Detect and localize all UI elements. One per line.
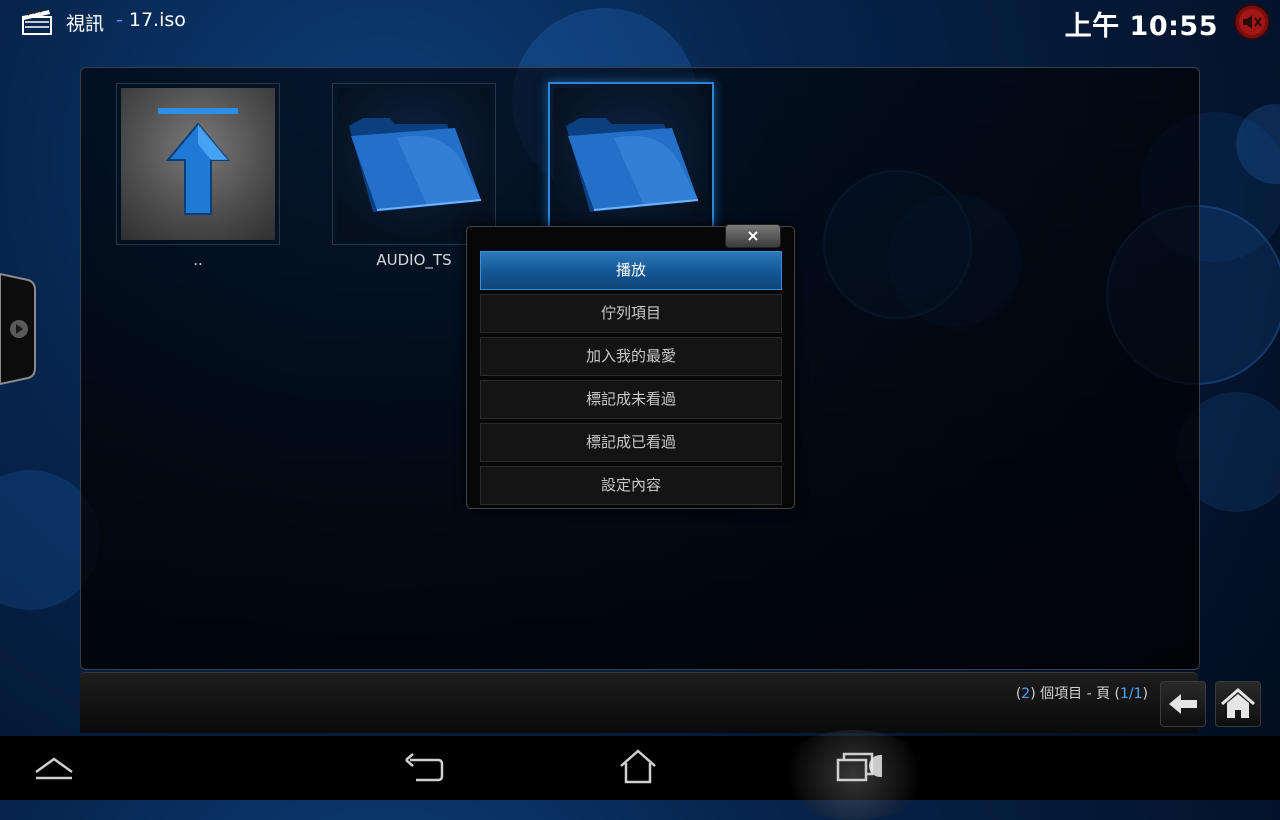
menu-item-mark-watched[interactable]: 標記成已看過 (480, 423, 782, 462)
item-count-text: (2) 個項目 - 頁 (1/1) (1016, 683, 1148, 703)
back-arrow-icon (1169, 694, 1197, 714)
count-paren: ) (1142, 686, 1148, 702)
menu-up-icon[interactable] (29, 742, 79, 792)
menu-item-add-favourites[interactable]: 加入我的最愛 (480, 337, 782, 376)
context-menu-list: 播放 佇列項目 加入我的最愛 標記成未看過 標記成已看過 設定內容 (480, 251, 782, 509)
clapboard-icon (22, 8, 52, 35)
page-indicator: 1/1 (1120, 686, 1143, 702)
menu-item-mark-unwatched[interactable]: 標記成未看過 (480, 380, 782, 419)
home-nav-icon[interactable] (613, 742, 663, 792)
arrow-up-icon (158, 108, 238, 215)
header-separator: - (116, 9, 123, 31)
header-path: -17.iso (116, 9, 186, 31)
close-button[interactable]: × (725, 224, 781, 248)
header-path-text: 17.iso (128, 9, 186, 31)
header-title: 視訊 (66, 13, 105, 35)
file-item-audio-ts[interactable] (332, 83, 496, 245)
item-count: 2 (1021, 686, 1031, 702)
side-menu-handle[interactable] (0, 272, 36, 386)
context-menu: × 播放 佇列項目 加入我的最愛 標記成未看過 標記成已看過 設定內容 (466, 224, 795, 509)
home-icon (1221, 688, 1255, 718)
file-item-label: .. (193, 251, 203, 269)
speaker-mute-icon[interactable] (1234, 4, 1270, 40)
file-item-parent[interactable] (116, 83, 280, 245)
recent-apps-icon[interactable] (832, 742, 882, 792)
folder-icon (566, 118, 699, 212)
home-button[interactable] (1215, 681, 1261, 727)
back-button[interactable] (1160, 681, 1206, 727)
header: 視訊 -17.iso 上午 10:55 (0, 0, 1280, 44)
back-nav-icon[interactable] (398, 742, 448, 792)
menu-item-play[interactable]: 播放 (480, 251, 782, 290)
clock: 上午 10:55 (1064, 11, 1218, 42)
count-mid-text: ) 個項目 - 頁 ( (1030, 686, 1120, 702)
file-item-focused-folder[interactable] (548, 82, 714, 246)
menu-item-queue[interactable]: 佇列項目 (480, 294, 782, 333)
folder-icon (349, 118, 482, 212)
menu-item-set-content[interactable]: 設定內容 (480, 466, 782, 505)
